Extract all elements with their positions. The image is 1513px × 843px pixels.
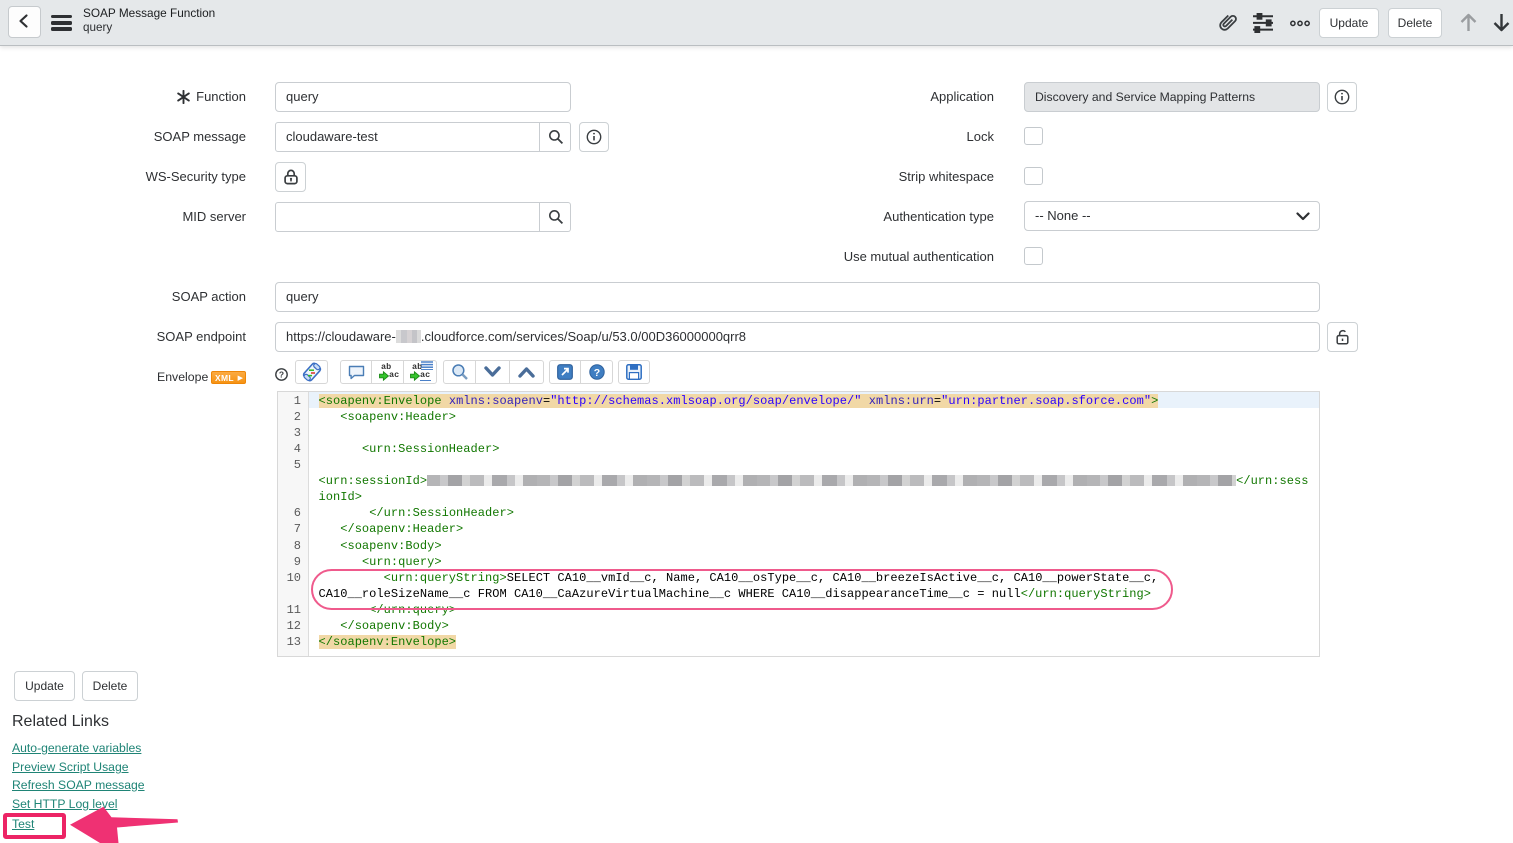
svg-text:?: ? bbox=[594, 367, 600, 379]
svg-text:?: ? bbox=[279, 370, 284, 380]
